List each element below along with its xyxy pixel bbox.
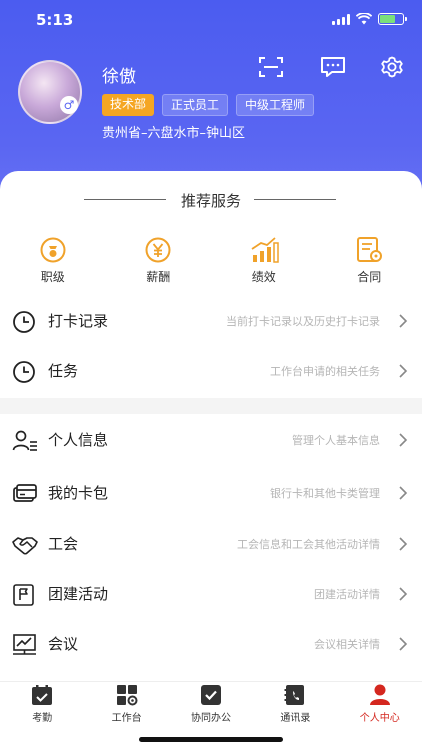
menu-row-tasks[interactable]: 任务 工作台申请的相关任务 bbox=[0, 348, 422, 396]
service-label: 合同 bbox=[357, 270, 382, 284]
chevron-right-icon bbox=[399, 486, 408, 500]
chevron-right-icon bbox=[399, 433, 408, 447]
tab-label: 通讯录 bbox=[280, 713, 311, 724]
menu-row-personal-info[interactable]: 个人信息 管理个人基本信息 bbox=[0, 417, 422, 465]
location-text: 贵州省–六盘水市–钟山区 bbox=[102, 126, 246, 141]
salary-icon bbox=[145, 237, 171, 263]
calendar-check-icon bbox=[32, 685, 53, 705]
menu-row-title: 我的卡包 bbox=[48, 484, 109, 502]
services-section-title: 推荐服务 bbox=[0, 190, 422, 211]
handshake-icon bbox=[12, 537, 38, 555]
menu-row-meeting[interactable]: 会议 会议相关详情 bbox=[0, 621, 422, 669]
status-icons bbox=[332, 13, 407, 25]
menu-row-description: 团建活动详情 bbox=[314, 588, 380, 601]
menu-row-title: 会议 bbox=[48, 635, 79, 653]
home-indicator bbox=[139, 737, 283, 742]
menu-row-description: 当前打卡记录以及历史打卡记录 bbox=[226, 315, 380, 328]
title-right-rule bbox=[254, 199, 336, 200]
address-book-icon bbox=[284, 685, 305, 705]
contract-icon bbox=[357, 237, 383, 262]
menu-row-card-wallet[interactable]: 我的卡包 银行卡和其他卡类管理 bbox=[0, 470, 422, 518]
card-wallet-icon bbox=[13, 484, 37, 502]
chevron-right-icon bbox=[399, 537, 408, 551]
service-salary[interactable]: 薪酬 bbox=[106, 236, 212, 285]
gender-male-icon: ♂ bbox=[60, 96, 78, 114]
avatar[interactable] bbox=[18, 60, 82, 124]
chevron-right-icon bbox=[399, 587, 408, 601]
menu-row-description: 工会信息和工会其他活动详情 bbox=[237, 538, 380, 551]
person-list-icon bbox=[12, 430, 37, 451]
chevron-right-icon bbox=[399, 314, 408, 328]
performance-icon bbox=[251, 237, 279, 263]
service-label: 职级 bbox=[40, 270, 65, 284]
user-name: 徐傲 bbox=[102, 67, 136, 87]
service-label: 薪酬 bbox=[146, 270, 171, 284]
service-performance[interactable]: 绩效 bbox=[211, 236, 317, 285]
department-tag: 技术部 bbox=[102, 94, 155, 116]
menu-row-team-building[interactable]: 团建活动 团建活动详情 bbox=[0, 571, 422, 619]
wifi-icon bbox=[356, 13, 372, 25]
employment-type-tag: 正式员工 bbox=[162, 94, 229, 116]
tab-label: 工作台 bbox=[111, 713, 142, 724]
menu-row-title: 工会 bbox=[48, 535, 79, 553]
flag-icon bbox=[13, 584, 34, 606]
rank-icon bbox=[40, 237, 66, 263]
task-check-icon bbox=[200, 685, 221, 705]
menu-row-union[interactable]: 工会 工会信息和工会其他活动详情 bbox=[0, 521, 422, 569]
status-bar: 5:13 bbox=[0, 0, 422, 40]
section-divider bbox=[0, 398, 422, 414]
title-left-rule bbox=[84, 199, 166, 200]
services-title-text: 推荐服务 bbox=[180, 192, 241, 210]
chevron-right-icon bbox=[399, 637, 408, 651]
status-time: 5:13 bbox=[36, 11, 74, 29]
meeting-board-icon bbox=[13, 634, 36, 655]
service-label: 绩效 bbox=[251, 270, 276, 284]
grid-gear-icon bbox=[116, 685, 138, 706]
settings-gear-icon[interactable] bbox=[379, 56, 405, 78]
battery-icon bbox=[378, 13, 407, 25]
person-icon bbox=[369, 684, 390, 705]
tab-label: 个人中心 bbox=[359, 713, 400, 724]
menu-row-title: 打卡记录 bbox=[48, 312, 109, 330]
clock-icon bbox=[13, 311, 35, 333]
menu-row-description: 会议相关详情 bbox=[314, 638, 380, 651]
chevron-right-icon bbox=[399, 364, 408, 378]
menu-row-description: 银行卡和其他卡类管理 bbox=[270, 487, 380, 500]
tab-attendance[interactable]: 考勤 bbox=[0, 682, 84, 750]
tab-personal-center[interactable]: 个人中心 bbox=[338, 682, 422, 750]
menu-row-description: 工作台申请的相关任务 bbox=[270, 365, 380, 378]
service-rank[interactable]: 职级 bbox=[0, 236, 106, 285]
menu-row-clock-records[interactable]: 打卡记录 当前打卡记录以及历史打卡记录 bbox=[0, 298, 422, 346]
services-grid: 职级 薪酬 绩效 合同 bbox=[0, 236, 422, 285]
menu-row-title: 任务 bbox=[48, 362, 79, 380]
menu-row-title: 个人信息 bbox=[48, 431, 109, 449]
job-level-tag: 中级工程师 bbox=[236, 94, 315, 116]
menu-row-title: 团建活动 bbox=[48, 585, 109, 603]
service-contract[interactable]: 合同 bbox=[317, 236, 422, 285]
scan-icon[interactable] bbox=[258, 56, 284, 78]
message-icon[interactable] bbox=[320, 56, 346, 78]
tab-label: 协同办公 bbox=[190, 713, 231, 724]
clock-icon bbox=[13, 361, 35, 383]
profile-tags: 技术部 正式员工 中级工程师 bbox=[102, 94, 315, 116]
menu-row-description: 管理个人基本信息 bbox=[292, 434, 380, 447]
signal-icon bbox=[332, 13, 350, 25]
tab-label: 考勤 bbox=[32, 713, 53, 724]
